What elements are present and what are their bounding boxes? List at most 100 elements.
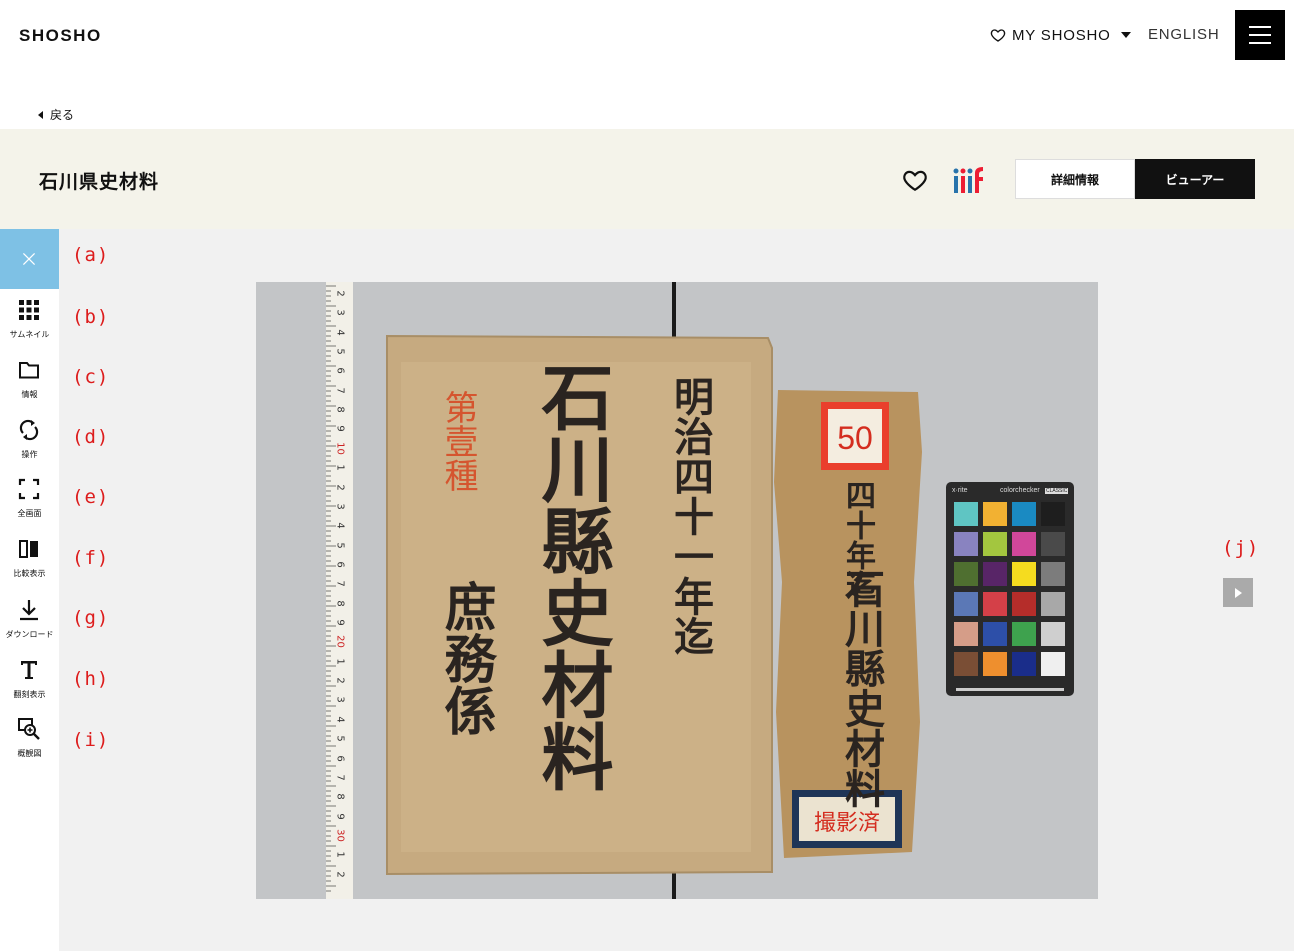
color-swatch <box>1041 532 1065 556</box>
operation-button[interactable]: 操作 <box>0 417 59 473</box>
annotation-marker-e: (e) <box>72 486 110 508</box>
chevron-down-icon <box>1120 32 1131 38</box>
color-swatch <box>1012 592 1036 616</box>
ruler-numbers: 2 3 4 5 6 7 8 9 10 1 2 3 4 5 6 7 8 9 20 1 2 3 4 5 6 7 8 9 30 1 2 <box>332 288 348 898</box>
info-button[interactable]: 情報 <box>0 357 59 413</box>
ruler-number: 8 <box>334 599 346 607</box>
ruler-number: 3 <box>334 696 346 704</box>
ruler-number: 2 <box>334 290 346 297</box>
viewer-area: サムネイル 情報 操作 全画面 比較表示 ダウンロード 翻刻表示 概観図 (a)… <box>0 229 1294 951</box>
my-shosho-menu[interactable]: MY SHOSHO <box>990 25 1131 45</box>
rotate-icon <box>19 419 39 441</box>
overview-button[interactable]: 概観図 <box>0 716 59 772</box>
color-swatch <box>983 622 1007 646</box>
document-scan[interactable]: 2 3 4 5 6 7 8 9 10 1 2 3 4 5 6 7 8 9 20 1 2 3 4 5 6 7 8 9 30 1 2 第壹種 石… <box>256 282 1098 899</box>
color-swatch <box>983 652 1007 676</box>
ruler-number: 3 <box>334 309 346 317</box>
ruler-number: 6 <box>334 367 346 375</box>
tool-label: 情報 <box>21 390 38 399</box>
colorchecker-badge: CLASSIC <box>1045 488 1069 494</box>
play-right-icon <box>1235 588 1242 598</box>
color-swatch <box>954 592 978 616</box>
ruler-number: 8 <box>334 793 346 800</box>
tool-label: 概観図 <box>17 749 42 758</box>
site-logo[interactable]: SHOSHO <box>19 26 102 46</box>
color-swatch <box>1012 652 1036 676</box>
ruler-number: 8 <box>334 406 346 413</box>
fullscreen-icon <box>18 478 40 500</box>
annotation-marker-d: (d) <box>72 426 110 448</box>
close-toolbar-button[interactable] <box>0 229 59 289</box>
ruler-number: 6 <box>334 754 346 762</box>
color-swatch <box>1041 652 1065 676</box>
cover-right-title: 石川縣史材料 <box>838 568 885 808</box>
color-swatch <box>954 502 978 526</box>
hamburger-menu-button[interactable] <box>1235 10 1285 60</box>
ruler-number: 5 <box>334 348 346 355</box>
cover-red-inscription: 第壹種 <box>438 390 478 492</box>
ruler-number: 6 <box>334 561 346 568</box>
ruler-number: 4 <box>334 716 346 723</box>
photographed-stamp: 撮影済 <box>813 811 880 836</box>
cover-title: 石川縣史材料 <box>529 360 614 792</box>
ruler-number: 2 <box>334 677 346 684</box>
my-shosho-label: MY SHOSHO <box>1012 26 1111 44</box>
color-swatch <box>954 622 978 646</box>
zoom-icon <box>18 718 40 740</box>
text-icon <box>21 661 37 679</box>
back-label: 戻る <box>50 108 75 122</box>
ruler-number: 4 <box>334 522 346 529</box>
tool-label: 操作 <box>21 450 38 459</box>
top-bar: SHOSHO MY SHOSHO ENGLISH <box>0 0 1294 72</box>
next-page-button[interactable] <box>1223 578 1253 607</box>
chevron-left-icon <box>38 110 43 119</box>
hamburger-icon <box>1249 34 1271 36</box>
ruler-number: 7 <box>334 387 346 394</box>
color-swatch <box>1012 532 1036 556</box>
cover-bottom-text: 庶務係 <box>435 580 496 736</box>
compare-icon <box>19 540 38 558</box>
ruler-number: 3 <box>334 503 346 510</box>
color-swatch <box>954 652 978 676</box>
iiif-logo-icon[interactable] <box>953 165 987 195</box>
color-swatch <box>1012 622 1036 646</box>
cover-number: 50 <box>837 420 873 456</box>
color-swatch <box>1041 592 1065 616</box>
fullscreen-button[interactable]: 全画面 <box>0 476 59 532</box>
color-swatch <box>983 562 1007 586</box>
color-swatch <box>1041 502 1065 526</box>
page-title: 石川県史材料 <box>39 171 160 193</box>
tool-label: ダウンロード <box>5 630 54 639</box>
hamburger-icon <box>1249 26 1271 28</box>
tool-label: 全画面 <box>17 509 42 518</box>
compare-button[interactable]: 比較表示 <box>0 536 59 592</box>
tool-label: サムネイル <box>9 330 50 339</box>
ruler-number: 2 <box>334 870 346 878</box>
transcription-button[interactable]: 翻刻表示 <box>0 657 59 713</box>
color-swatch <box>983 502 1007 526</box>
ruler-number: 4 <box>334 329 346 336</box>
annotation-marker-f: (f) <box>72 547 110 569</box>
ruler-number: 9 <box>334 425 346 433</box>
ruler-number: 2 <box>334 483 346 491</box>
ruler-number: 5 <box>334 735 346 742</box>
annotation-marker-b: (b) <box>72 306 110 328</box>
tab-details[interactable]: 詳細情報 <box>1015 159 1135 199</box>
color-swatch <box>1041 562 1065 586</box>
tab-viewer[interactable]: ビューアー <box>1135 159 1255 199</box>
annotation-marker-c: (c) <box>72 366 110 388</box>
ruler-number: 20 <box>334 635 346 649</box>
download-button[interactable]: ダウンロード <box>0 597 59 653</box>
annotation-marker-j: (j) <box>1222 537 1260 559</box>
ruler-number: 1 <box>334 851 346 858</box>
favorite-heart-icon[interactable] <box>902 167 928 193</box>
color-swatch <box>983 592 1007 616</box>
back-link[interactable]: 戻る <box>38 106 74 123</box>
language-switch[interactable]: ENGLISH <box>1148 26 1219 43</box>
thumbnail-button[interactable]: サムネイル <box>0 297 59 353</box>
ruler-number: 1 <box>334 464 346 471</box>
color-swatch <box>1041 622 1065 646</box>
hamburger-icon <box>1249 42 1271 44</box>
cover-side-text: 明治四十一年迄 <box>667 376 714 656</box>
ruler-number: 1 <box>334 658 346 665</box>
